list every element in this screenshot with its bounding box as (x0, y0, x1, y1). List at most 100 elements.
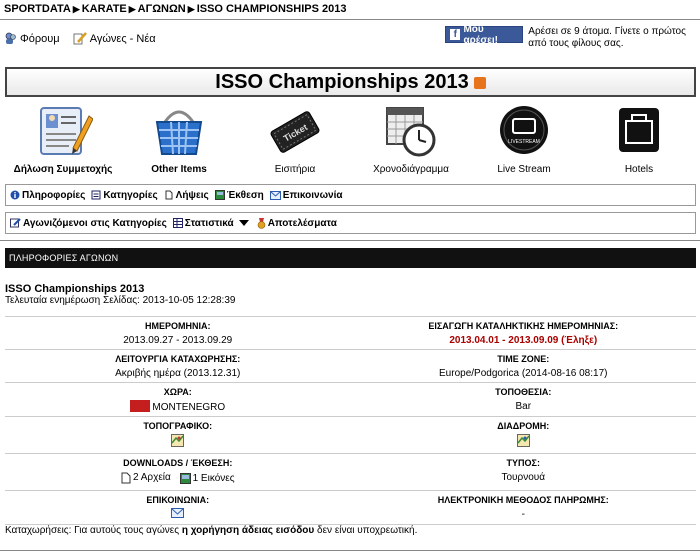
payment-cell: ΗΛΕΚΤΡΟΝΙΚΗ ΜΕΘΟΔΟΣ ΠΛΗΡΩΜΗΣ: - (351, 491, 697, 524)
breadcrumb-karate[interactable]: KARATE (82, 3, 127, 15)
hotels-label: Hotels (624, 164, 654, 175)
forum-link[interactable]: Φόρουμ (4, 32, 60, 45)
last-update: Τελευταία ενημέρωση Σελίδας: 2013-10-05 … (5, 295, 236, 306)
page-title: ISSO Championships 2013 (215, 70, 469, 93)
title-box: ISSO Championships 2013 (5, 67, 696, 97)
breadcrumb-sportdata[interactable]: SPORTDATA (4, 3, 71, 15)
document-icon (121, 472, 131, 483)
location-cell: ΤΟΠΟΘΕΣΙΑ: Bar (351, 383, 697, 416)
menu-bar-primary: Πληροφορίες Κατηγορίες Λήψεις Έκθεση Επι… (5, 184, 696, 206)
info-row: DOWNLOADS / ΈΚΘΕΣΗ: 2 Αρχεία 1 Εικόνες Τ… (5, 453, 696, 490)
type-label: ΤΥΠΟΣ: (506, 458, 540, 468)
image-icon (179, 472, 191, 484)
forum-icon (5, 32, 16, 44)
menu-statistics[interactable]: Στατιστικά (172, 218, 251, 229)
breadcrumb-current: ISSO CHAMPIONSHIPS 2013 (196, 3, 347, 15)
menu-contact[interactable]: Επικοινωνία (269, 190, 343, 201)
facebook-like-count: Αρέσει σε 9 άτομα. Γίνετε ο πρώτος από τ… (528, 26, 686, 49)
location-label: ΤΟΠΟΘΕΣΙΑ: (495, 387, 552, 397)
breadcrumb: SPORTDATA ▶ KARATE ▶ ΑΓΩΝΩΝ ▶ ISSO CHAMPIONSHI… (4, 3, 346, 15)
deadline-value: 2013.04.01 - 2013.09.09 (Έληξε) (449, 335, 598, 346)
entry-permit-text: η χορήγηση άδειας εισόδου (181, 525, 315, 536)
rss-icon[interactable] (473, 77, 486, 89)
deadline-label: ΕΙΣΑΓΩΓΗ ΚΑΤΑΛΗΚΤΙΚΗΣ ΗΜΕΡΟΜΗΝΙΑΣ: (428, 321, 619, 331)
menu-categories[interactable]: Κατηγορίες (91, 190, 158, 201)
location-value: Bar (515, 401, 532, 412)
map-icon[interactable] (171, 434, 185, 447)
edit-list-icon (10, 218, 21, 228)
top-divider (0, 19, 700, 20)
info-row: ΤΟΠΟΓΡΑΦΙΚΟ: ΔΙΑΔΡΟΜΗ: (5, 416, 696, 453)
files-link[interactable]: 2 Αρχεία (121, 471, 171, 484)
envelope-icon[interactable] (171, 507, 185, 518)
menu-downloads[interactable]: Λήψεις (164, 190, 209, 201)
breadcrumb-events[interactable]: ΑΓΩΝΩΝ (138, 3, 186, 15)
ticket-icon: Ticket (270, 111, 320, 153)
route-map-icon[interactable] (516, 434, 530, 447)
info-row: ΧΩΡΑ: MONTENEGRO ΤΟΠΟΘΕΣΙΑ: Bar (5, 382, 696, 416)
tickets-label: Εισιτήρια (274, 164, 316, 175)
breadcrumb-arrow-icon: ▶ (72, 4, 80, 14)
facebook-like: f Μου αρέσει! Αρέσει σε 9 άτομα. Γίνετε … (445, 24, 700, 50)
tickets-tile[interactable]: Ticket Εισιτήρια (240, 102, 350, 175)
schedule-clock-icon (386, 107, 436, 157)
type-value: Τουρνουά (501, 472, 546, 483)
breadcrumb-arrow-icon: ▶ (187, 4, 195, 14)
images-link[interactable]: 1 Εικόνες (179, 472, 235, 485)
top-links: Φόρουμ Αγώνες - Νέα (4, 32, 166, 48)
country-value: MONTENEGRO (152, 402, 226, 413)
menu-bar-secondary: Αγωνιζόμενοι στις Κατηγορίες Στατιστικά … (5, 212, 696, 234)
map-cell: ΤΟΠΟΓΡΑΦΙΚΟ: (5, 417, 351, 453)
livestream-icon: LIVESTREAM (500, 106, 548, 154)
type-cell: ΤΥΠΟΣ: Τουρνουά (351, 454, 697, 490)
envelope-icon (269, 190, 281, 200)
facebook-like-button[interactable]: f Μου αρέσει! (445, 24, 524, 46)
timezone-label: TIME ZONE: (497, 354, 550, 364)
document-icon (165, 190, 173, 200)
hotels-tile[interactable]: Hotels (584, 102, 694, 175)
map-label: ΤΟΠΟΓΡΑΦΙΚΟ: (143, 421, 213, 431)
registration-tile[interactable]: Δήλωση Συμμετοχής (8, 102, 118, 175)
menu-report[interactable]: Έκθεση (214, 190, 264, 201)
image-icon (214, 190, 225, 200)
suitcase-icon (619, 108, 659, 152)
info-grid: ΗΜΕΡΟΜΗΝΙΑ: 2013.09.27 - 2013.09.29 ΕΙΣΑ… (5, 316, 696, 525)
news-link[interactable]: Αγώνες - Νέα (73, 32, 156, 45)
regmode-value: Ακριβής ημέρα (2013.12.31) (115, 368, 241, 379)
country-label: ΧΩΡΑ: (163, 387, 192, 397)
registration-note: Καταχωρήσεις: Για αυτούς τους αγώνες η χ… (5, 525, 418, 536)
livestream-tile[interactable]: LIVESTREAM Live Stream (469, 102, 579, 175)
date-value: 2013.09.27 - 2013.09.29 (123, 335, 233, 346)
livestream-label: Live Stream (497, 164, 551, 175)
menu-competitors[interactable]: Αγωνιζόμενοι στις Κατηγορίες (10, 218, 167, 229)
payment-label: ΗΛΕΚΤΡΟΝΙΚΗ ΜΕΘΟΔΟΣ ΠΛΗΡΩΜΗΣ: (437, 494, 609, 505)
breadcrumb-arrow-icon: ▶ (128, 4, 136, 14)
facebook-icon: f (450, 29, 461, 40)
timezone-value: Europe/Podgorica (2014-08-16 08:17) (439, 368, 608, 379)
schedule-label: Χρονοδιάγραμμα (373, 164, 449, 175)
event-icons-row: Δήλωση Συμμετοχής Other Items Ticket Εισ… (0, 102, 700, 177)
contact-label: ΕΠΙΚΟΙΝΩΝΙΑ: (146, 494, 210, 505)
section-divider (0, 240, 700, 241)
table-icon (172, 218, 183, 228)
other-items-tile[interactable]: Other Items (124, 102, 234, 175)
menu-results[interactable]: Αποτελέσματα (257, 217, 337, 229)
bottom-divider (0, 550, 700, 551)
date-cell: ΗΜΕΡΟΜΗΝΙΑ: 2013.09.27 - 2013.09.29 (5, 317, 351, 349)
registration-form-icon (40, 107, 94, 155)
dropdown-arrow-icon[interactable] (238, 219, 249, 227)
svg-text:LIVESTREAM: LIVESTREAM (508, 139, 540, 145)
date-label: ΗΜΕΡΟΜΗΝΙΑ: (145, 321, 211, 331)
schedule-tile[interactable]: Χρονοδιάγραμμα (356, 102, 466, 175)
route-cell: ΔΙΑΔΡΟΜΗ: (351, 417, 697, 453)
event-title: ISSO Championships 2013 (5, 283, 145, 295)
menu-info[interactable]: Πληροφορίες (10, 190, 85, 201)
shopping-basket-icon (155, 110, 203, 155)
country-value-wrap: MONTENEGRO (5, 400, 351, 414)
regmode-label: ΛΕΙΤΟΥΡΓΙΑ ΚΑΤΑΧΩΡΗΣΗΣ: (115, 354, 241, 364)
news-pencil-icon (73, 32, 87, 45)
info-icon (10, 190, 20, 200)
downloads-cell: DOWNLOADS / ΈΚΘΕΣΗ: 2 Αρχεία 1 Εικόνες (5, 454, 351, 490)
country-cell: ΧΩΡΑ: MONTENEGRO (5, 383, 351, 416)
info-row: ΕΠΙΚΟΙΝΩΝΙΑ: ΗΛΕΚΤΡΟΝΙΚΗ ΜΕΘΟΔΟΣ ΠΛΗΡΩΜΗ… (5, 489, 697, 524)
